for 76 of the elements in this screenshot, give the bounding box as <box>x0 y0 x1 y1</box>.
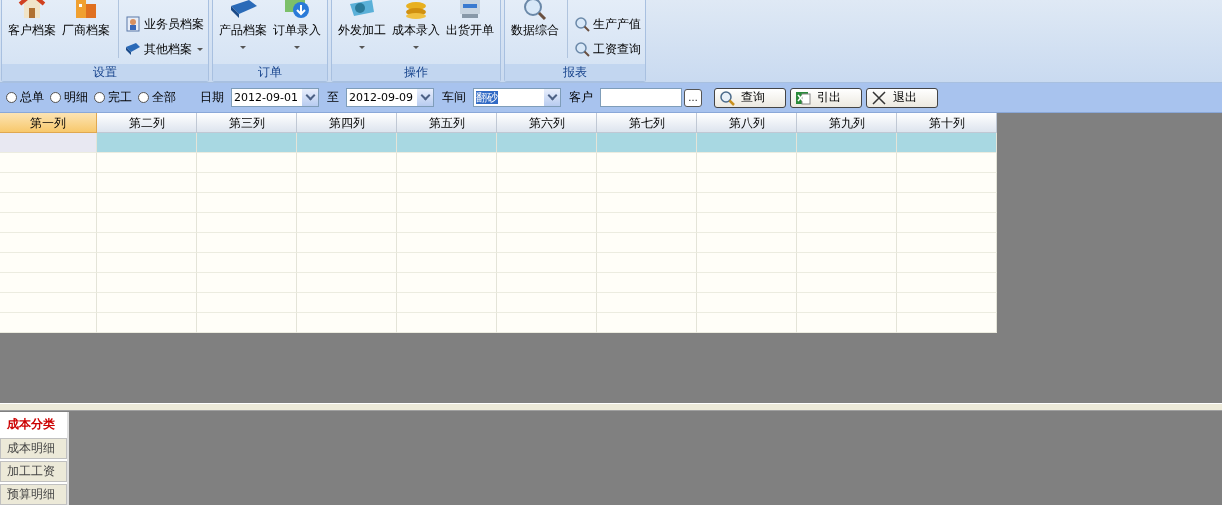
ribbon-button[interactable]: 出货开单 <box>444 0 496 49</box>
splitter[interactable] <box>0 403 1222 411</box>
ribbon-button[interactable]: 客户档案 <box>6 0 58 49</box>
group-label: 设置 <box>2 64 208 81</box>
table-row[interactable] <box>0 193 997 213</box>
radio-circle[interactable] <box>138 92 149 103</box>
workshop-dropdown[interactable]: 翻砂 <box>473 88 561 107</box>
button-label: 其他档案 <box>144 40 192 58</box>
group-label: 操作 <box>332 64 500 81</box>
button-label: 业务员档案 <box>144 15 204 33</box>
close-icon <box>871 89 887 106</box>
ribbon-button[interactable]: 厂商档案 <box>60 0 112 49</box>
radio-option[interactable]: 完工 <box>94 89 132 106</box>
column-header[interactable]: 第六列 <box>497 113 597 133</box>
radio-label: 明细 <box>64 89 88 106</box>
column-header[interactable]: 第四列 <box>297 113 397 133</box>
workshop-label: 车间 <box>442 89 466 106</box>
table-row[interactable] <box>0 213 997 233</box>
magnifier-icon <box>574 16 590 32</box>
toolbar-button[interactable]: 退出 <box>866 87 938 108</box>
table-row[interactable] <box>0 273 997 293</box>
radio-option[interactable]: 全部 <box>138 89 176 106</box>
table-row[interactable] <box>0 233 997 253</box>
tab[interactable]: 成本明细 <box>0 438 67 459</box>
ribbon-button[interactable]: 工资查询 <box>574 40 641 58</box>
radio-label: 总单 <box>20 89 44 106</box>
ribbon-button[interactable]: 外发加工 <box>336 0 388 49</box>
radio-circle[interactable] <box>6 92 17 103</box>
column-header[interactable]: 第三列 <box>197 113 297 133</box>
date-picker[interactable]: 2012-09-09 <box>346 88 434 107</box>
column-header[interactable]: 第七列 <box>597 113 697 133</box>
ribbon-button[interactable]: 订单录入 <box>271 0 323 49</box>
column-header[interactable]: 第二列 <box>97 113 197 133</box>
table-row[interactable] <box>0 153 997 173</box>
browse-button[interactable]: … <box>684 88 702 107</box>
to-label: 至 <box>327 89 339 106</box>
ribbon-button[interactable]: 业务员档案 <box>125 15 204 33</box>
date-picker[interactable]: 2012-09-01 <box>231 88 319 107</box>
ribbon-button[interactable]: 产品档案 <box>217 0 269 49</box>
table-row[interactable] <box>0 133 997 153</box>
magnifier-icon <box>574 41 590 57</box>
ribbon-button[interactable]: 生产产值 <box>574 15 641 33</box>
tab[interactable]: 加工工资 <box>0 461 67 482</box>
radio-option[interactable]: 总单 <box>6 89 44 106</box>
tab[interactable]: 预算明细 <box>0 484 67 505</box>
ribbon-button[interactable]: 成本录入 <box>390 0 442 49</box>
radio-circle[interactable] <box>94 92 105 103</box>
date-label: 日期 <box>200 89 224 106</box>
column-header[interactable]: 第一列 <box>0 113 97 133</box>
column-header[interactable]: 第九列 <box>797 113 897 133</box>
book-icon <box>125 41 141 57</box>
toolbar-button[interactable]: 引出 <box>790 87 862 108</box>
radio-circle[interactable] <box>50 92 61 103</box>
table-row[interactable] <box>0 253 997 273</box>
group-label: 订单 <box>213 64 327 81</box>
customer-label: 客户 <box>569 89 593 106</box>
toolbar-button[interactable]: 查询 <box>714 87 786 108</box>
radio-label: 全部 <box>152 89 176 106</box>
column-header[interactable]: 第十列 <box>897 113 997 133</box>
person-icon <box>125 16 141 32</box>
radio-option[interactable]: 明细 <box>50 89 88 106</box>
house-icon <box>16 0 48 20</box>
radio-label: 完工 <box>108 89 132 106</box>
button-label: 生产产值 <box>593 15 641 33</box>
ribbon-button[interactable]: 其他档案 <box>125 40 204 58</box>
table-row[interactable] <box>0 173 997 193</box>
column-header[interactable]: 第五列 <box>397 113 497 133</box>
customer-field[interactable] <box>600 88 682 107</box>
ribbon-button[interactable]: 数据综合 <box>509 0 561 49</box>
group-label: 报表 <box>505 64 645 81</box>
column-header[interactable]: 第八列 <box>697 113 797 133</box>
table-row[interactable] <box>0 313 997 333</box>
button-label: 工资查询 <box>593 40 641 58</box>
table-row[interactable] <box>0 293 997 313</box>
search-icon <box>719 89 735 106</box>
excel-icon <box>795 89 811 106</box>
